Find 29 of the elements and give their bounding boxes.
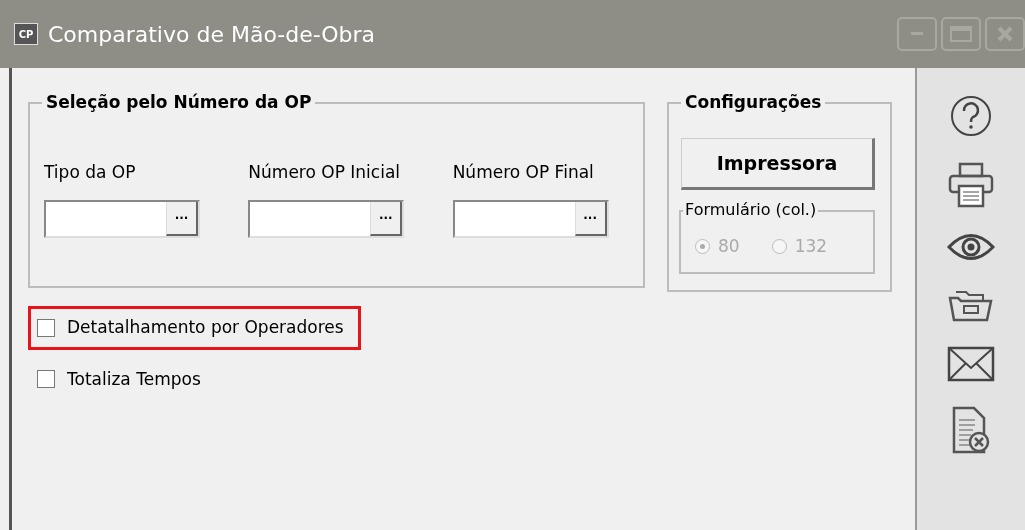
checkbox[interactable] xyxy=(37,370,55,389)
document-delete-icon[interactable] xyxy=(951,406,991,454)
input-field[interactable]: ··· xyxy=(452,199,609,238)
group-title: Formulário (col.) xyxy=(683,199,819,221)
printer-icon[interactable] xyxy=(947,162,995,208)
browse-button[interactable]: ··· xyxy=(574,201,607,236)
checkbox-label: Detatalhamento por Operadores xyxy=(67,316,344,339)
browse-button[interactable]: ··· xyxy=(370,201,403,236)
app-icon: CP xyxy=(14,23,38,45)
eye-icon[interactable] xyxy=(947,232,995,262)
maximize-icon xyxy=(950,26,972,42)
minimize-icon xyxy=(910,31,924,37)
printer-button[interactable]: Impressora xyxy=(681,138,875,190)
input-field[interactable]: ··· xyxy=(248,199,405,238)
field-label: Número OP Inicial xyxy=(248,161,402,184)
field-label: Número OP Final xyxy=(452,161,595,184)
checkbox-label: Totaliza Tempos xyxy=(67,367,201,391)
group-title: Seleção pelo Número da OP xyxy=(42,91,316,113)
envelope-icon[interactable] xyxy=(947,346,995,382)
checkbox[interactable] xyxy=(37,318,55,337)
close-icon xyxy=(997,26,1013,42)
group-title: Configurações xyxy=(681,91,826,113)
field-label: Tipo da OP xyxy=(44,161,137,184)
help-icon[interactable] xyxy=(949,94,993,138)
browse-button[interactable]: ··· xyxy=(166,201,198,236)
radio-label: 80 xyxy=(718,235,740,258)
window-title: Comparativo de Mão-de-Obra xyxy=(48,20,377,49)
input-field[interactable]: ··· xyxy=(44,199,200,238)
radio-label: 132 xyxy=(794,235,828,258)
